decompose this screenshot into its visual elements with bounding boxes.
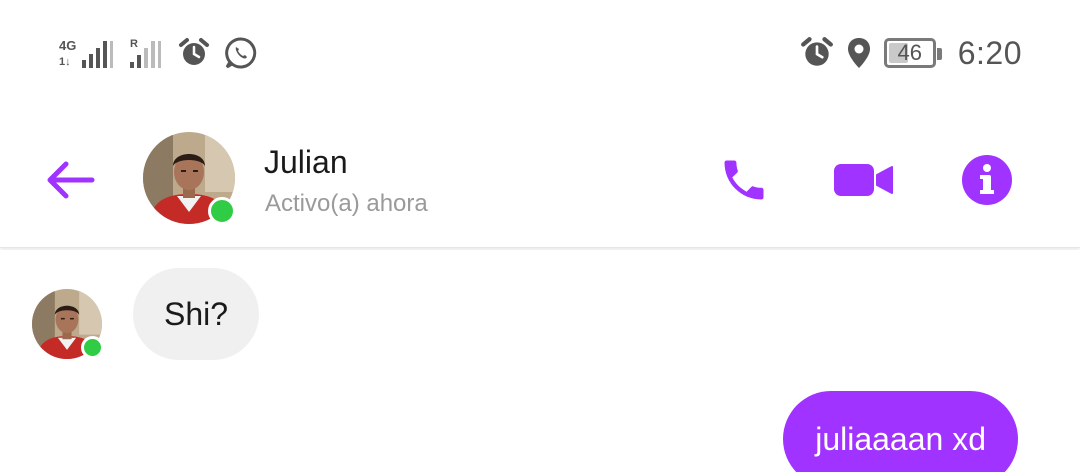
message-thread[interactable]: Shi? juliaaaan xd	[0, 250, 1080, 472]
online-indicator	[81, 336, 104, 359]
phone-icon	[724, 160, 764, 200]
contact-avatar[interactable]	[143, 132, 236, 225]
location-icon	[846, 36, 872, 70]
info-icon	[962, 155, 1012, 205]
contact-name[interactable]: Julian	[264, 144, 348, 181]
back-button[interactable]	[42, 152, 98, 208]
outgoing-message-bubble[interactable]: juliaaaan xd	[783, 391, 1018, 472]
video-call-button[interactable]	[832, 148, 896, 212]
svg-text:R: R	[130, 38, 138, 50]
incoming-message-bubble[interactable]: Shi?	[133, 268, 260, 360]
svg-text:1↓: 1↓	[59, 56, 71, 68]
whatsapp-icon	[224, 36, 258, 70]
svg-text:4G: 4G	[59, 38, 76, 53]
battery-icon: 46	[883, 38, 942, 68]
chat-header: Julian Activo(a) ahora	[0, 108, 1080, 248]
video-camera-icon	[834, 164, 893, 196]
alarm-icon	[178, 37, 210, 69]
signal-roaming-icon: R	[128, 36, 164, 70]
battery-level: 46	[897, 40, 922, 65]
status-bar-right: 46 6:20	[800, 33, 1022, 73]
sender-avatar[interactable]	[32, 289, 104, 359]
contact-active-status: Activo(a) ahora	[265, 190, 428, 217]
alarm-icon	[800, 36, 834, 70]
messenger-chat-screen: 4G 1↓ R 46 6:20 Julian Activo(a) ahora S…	[0, 0, 1080, 472]
conversation-info-button[interactable]	[955, 148, 1019, 212]
back-arrow-icon	[47, 161, 95, 199]
status-bar-left: 4G 1↓ R	[58, 33, 258, 73]
voice-call-button[interactable]	[712, 148, 776, 212]
status-time: 6:20	[957, 34, 1022, 71]
online-indicator	[208, 197, 236, 225]
status-bar: 4G 1↓ R 46 6:20	[0, 0, 1080, 108]
signal-4g-icon: 4G 1↓	[58, 36, 114, 70]
